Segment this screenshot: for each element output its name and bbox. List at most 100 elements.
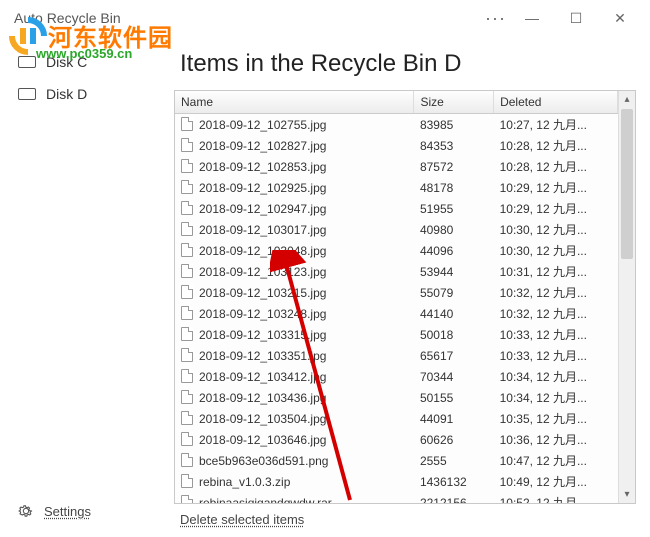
table-row[interactable]: rebina_v1.0.3.zip143613210:49, 12 九月... [175,471,618,492]
cell-size: 87572 [414,156,494,177]
cell-deleted: 10:35, 12 九月... [494,408,618,429]
cell-size: 48178 [414,177,494,198]
cell-size: 2212156 [414,492,494,503]
table-row[interactable]: 2018-09-12_103123.jpg5394410:31, 12 九月..… [175,261,618,282]
column-header-deleted[interactable]: Deleted [494,91,618,114]
file-icon [181,474,193,488]
file-icon [181,264,193,278]
settings-button[interactable]: Settings [6,495,164,527]
file-icon [181,243,193,257]
cell-name: 2018-09-12_103504.jpg [175,408,414,429]
scroll-thumb[interactable] [621,109,633,259]
cell-size: 2555 [414,450,494,471]
cell-size: 55079 [414,282,494,303]
table-row[interactable]: 2018-09-12_102925.jpg4817810:29, 12 九月..… [175,177,618,198]
table-row[interactable]: 2018-09-12_103315.jpg5001810:33, 12 九月..… [175,324,618,345]
title-bar: Auto Recycle Bin ··· — ☐ ✕ [0,0,650,36]
maximize-button[interactable]: ☐ [554,3,598,33]
settings-label: Settings [44,504,91,519]
disk-icon [18,56,36,68]
column-header-size[interactable]: Size [414,91,494,114]
table-row[interactable]: 2018-09-12_103215.jpg5507910:32, 12 九月..… [175,282,618,303]
cell-name: bce5b963e036d591.png [175,450,414,471]
cell-deleted: 10:28, 12 九月... [494,135,618,156]
cell-size: 1436132 [414,471,494,492]
vertical-scrollbar[interactable]: ▴ ▾ [618,91,635,503]
file-icon [181,117,193,131]
cell-name: 2018-09-12_102827.jpg [175,135,414,156]
file-icon [181,159,193,173]
cell-name: 2018-09-12_102947.jpg [175,198,414,219]
file-icon [181,285,193,299]
cell-name: 2018-09-12_102925.jpg [175,177,414,198]
cell-name: 2018-09-12_103048.jpg [175,240,414,261]
table-row[interactable]: 2018-09-12_103248.jpg4414010:32, 12 九月..… [175,303,618,324]
file-icon [181,390,193,404]
sidebar-item-disk-c[interactable]: Disk C [6,46,164,78]
table-row[interactable]: rebinaasjqjqandqwdw.rar221215610:52, 12 … [175,492,618,503]
file-icon [181,327,193,341]
cell-size: 53944 [414,261,494,282]
cell-deleted: 10:27, 12 九月... [494,114,618,136]
table-row[interactable]: 2018-09-12_102947.jpg5195510:29, 12 九月..… [175,198,618,219]
cell-name: 2018-09-12_103646.jpg [175,429,414,450]
cell-name: 2018-09-12_103017.jpg [175,219,414,240]
page-title: Items in the Recycle Bin D [180,50,636,78]
cell-deleted: 10:30, 12 九月... [494,219,618,240]
file-icon [181,138,193,152]
cell-size: 65617 [414,345,494,366]
cell-name: 2018-09-12_103436.jpg [175,387,414,408]
cell-name: 2018-09-12_103412.jpg [175,366,414,387]
cell-size: 51955 [414,198,494,219]
table-row[interactable]: 2018-09-12_103017.jpg4098010:30, 12 九月..… [175,219,618,240]
file-icon [181,453,193,467]
close-button[interactable]: ✕ [598,3,642,33]
cell-name: 2018-09-12_103315.jpg [175,324,414,345]
cell-size: 84353 [414,135,494,156]
cell-name: 2018-09-12_103351.jpg [175,345,414,366]
file-icon [181,306,193,320]
table-row[interactable]: 2018-09-12_103436.jpg5015510:34, 12 九月..… [175,387,618,408]
table-row[interactable]: 2018-09-12_102827.jpg8435310:28, 12 九月..… [175,135,618,156]
scroll-down-button[interactable]: ▾ [619,486,635,503]
file-icon [181,432,193,446]
cell-size: 60626 [414,429,494,450]
cell-size: 50155 [414,387,494,408]
table-row[interactable]: bce5b963e036d591.png255510:47, 12 九月... [175,450,618,471]
sidebar-item-label: Disk D [46,86,87,102]
cell-size: 83985 [414,114,494,136]
cell-deleted: 10:47, 12 九月... [494,450,618,471]
cell-deleted: 10:31, 12 九月... [494,261,618,282]
gear-icon [18,503,34,519]
table-row[interactable]: 2018-09-12_103351.jpg6561710:33, 12 九月..… [175,345,618,366]
file-icon [181,369,193,383]
sidebar-item-disk-d[interactable]: Disk D [6,78,164,110]
table-row[interactable]: 2018-09-12_103412.jpg7034410:34, 12 九月..… [175,366,618,387]
cell-deleted: 10:30, 12 九月... [494,240,618,261]
cell-deleted: 10:49, 12 九月... [494,471,618,492]
scroll-up-button[interactable]: ▴ [619,91,635,108]
file-icon [181,201,193,215]
file-table: Name Size Deleted 2018-09-12_102755.jpg8… [174,90,636,504]
cell-deleted: 10:32, 12 九月... [494,282,618,303]
file-icon [181,411,193,425]
table-row[interactable]: 2018-09-12_103504.jpg4409110:35, 12 九月..… [175,408,618,429]
minimize-button[interactable]: — [510,3,554,33]
cell-size: 40980 [414,219,494,240]
cell-name: rebina_v1.0.3.zip [175,471,414,492]
disk-icon [18,88,36,100]
column-header-name[interactable]: Name [175,91,414,114]
table-row[interactable]: 2018-09-12_103048.jpg4409610:30, 12 九月..… [175,240,618,261]
file-icon [181,180,193,194]
table-row[interactable]: 2018-09-12_103646.jpg6062610:36, 12 九月..… [175,429,618,450]
table-row[interactable]: 2018-09-12_102853.jpg8757210:28, 12 九月..… [175,156,618,177]
delete-selected-link[interactable]: Delete selected items [180,512,636,527]
cell-name: 2018-09-12_103248.jpg [175,303,414,324]
more-button[interactable]: ··· [485,8,506,29]
cell-size: 50018 [414,324,494,345]
file-icon [181,348,193,362]
cell-deleted: 10:36, 12 九月... [494,429,618,450]
table-row[interactable]: 2018-09-12_102755.jpg8398510:27, 12 九月..… [175,114,618,136]
cell-deleted: 10:29, 12 九月... [494,198,618,219]
file-icon [181,222,193,236]
